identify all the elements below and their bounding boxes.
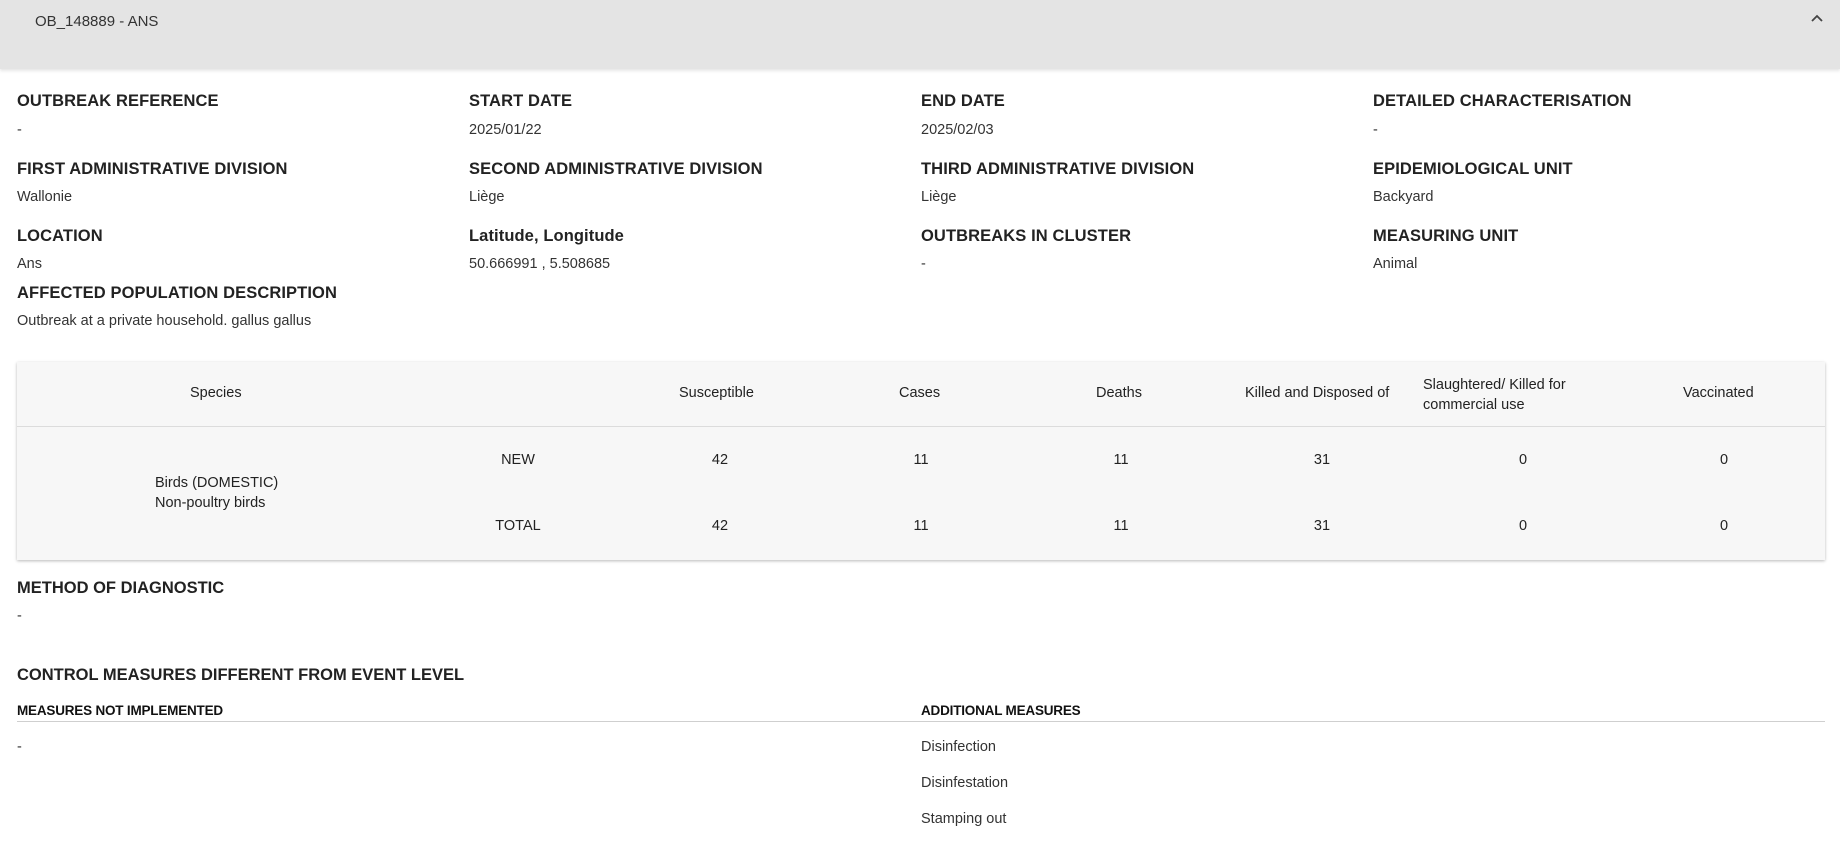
start-date-label: START DATE [469, 92, 573, 110]
additional-measure-item: Stamping out [921, 811, 1007, 827]
second-admin-division-label: SECOND ADMINISTRATIVE DIVISION [469, 160, 763, 178]
slaughtered-cell: 0 [1518, 518, 1528, 534]
outbreaks-in-cluster-label: OUTBREAKS IN CLUSTER [921, 227, 1132, 245]
species-header: Species [190, 385, 242, 401]
lat-long-label: Latitude, Longitude [469, 227, 624, 245]
outbreak-header[interactable]: OB_148889 - ANS [0, 0, 1840, 69]
location-value: Ans [17, 256, 42, 272]
third-admin-division-label: THIRD ADMINISTRATIVE DIVISION [921, 160, 1195, 178]
affected-population-label: AFFECTED POPULATION DESCRIPTION [17, 284, 337, 302]
slaughtered-header: Slaughtered/ Killed for commercial use [1423, 377, 1566, 413]
outbreak-reference-value: - [17, 122, 22, 138]
additional-measure-item: Disinfestation [921, 775, 1009, 791]
epidemiological-unit-value: Backyard [1373, 189, 1434, 205]
control-measures-title: CONTROL MEASURES DIFFERENT FROM EVENT LE… [17, 666, 465, 684]
outbreaks-in-cluster-value: - [921, 256, 926, 272]
row-label: NEW [501, 452, 535, 468]
row-label: TOTAL [495, 518, 541, 534]
chevron-up-icon[interactable] [1808, 10, 1826, 28]
affected-population-value: Outbreak at a private household. gallus … [17, 313, 312, 329]
detailed-characterisation-value: - [1373, 122, 1378, 138]
epidemiological-unit-label: EPIDEMIOLOGICAL UNIT [1373, 160, 1573, 178]
detailed-characterisation-label: DETAILED CHARACTERISATION [1373, 92, 1632, 110]
end-date-label: END DATE [921, 92, 1005, 110]
killed-header: Killed and Disposed of [1245, 385, 1390, 401]
cases-cell: 11 [913, 452, 929, 468]
diagnostic-title: METHOD OF DIAGNOSTIC [17, 579, 225, 597]
additional-measure-item: Disinfection [921, 739, 996, 755]
measures-not-implemented-title: MEASURES NOT IMPLEMENTED [17, 703, 223, 718]
location-label: LOCATION [17, 227, 103, 245]
susceptible-cell: 42 [711, 518, 729, 534]
susceptible-header: Susceptible [679, 385, 754, 401]
vaccinated-cell: 0 [1719, 452, 1729, 468]
killed-cell: 31 [1313, 452, 1331, 468]
start-date-value: 2025/01/22 [469, 122, 542, 138]
end-date-value: 2025/02/03 [921, 122, 994, 138]
outbreak-title: OB_148889 - ANS [35, 13, 159, 30]
lat-long-value: 50.666991 , 5.508685 [469, 256, 611, 272]
first-admin-division-label: FIRST ADMINISTRATIVE DIVISION [17, 160, 288, 178]
table-header: Species Susceptible Cases Deaths Killed … [17, 362, 1825, 427]
deaths-header: Deaths [1096, 385, 1142, 401]
third-admin-division-value: Liège [921, 189, 957, 205]
species-table: Species Susceptible Cases Deaths Killed … [17, 362, 1825, 560]
measures-divider [17, 721, 1825, 722]
vaccinated-cell: 0 [1719, 518, 1729, 534]
deaths-cell: 11 [1113, 518, 1129, 534]
species-name: Birds (DOMESTIC) [155, 475, 279, 491]
outbreak-reference-label: OUTBREAK REFERENCE [17, 92, 219, 110]
measures-not-implemented-value: - [17, 739, 22, 755]
additional-measures-title: ADDITIONAL MEASURES [921, 703, 1081, 718]
measuring-unit-label: MEASURING UNIT [1373, 227, 1519, 245]
cases-header: Cases [899, 385, 941, 401]
killed-cell: 31 [1313, 518, 1331, 534]
second-admin-division-value: Liège [469, 189, 505, 205]
measuring-unit-value: Animal [1373, 256, 1418, 272]
diagnostic-value: - [17, 608, 22, 624]
cases-cell: 11 [913, 518, 929, 534]
first-admin-division-value: Wallonie [17, 189, 73, 205]
slaughtered-cell: 0 [1518, 452, 1528, 468]
susceptible-cell: 42 [711, 452, 729, 468]
vaccinated-header: Vaccinated [1683, 385, 1754, 401]
deaths-cell: 11 [1113, 452, 1129, 468]
species-subtype: Non-poultry birds [155, 495, 266, 511]
